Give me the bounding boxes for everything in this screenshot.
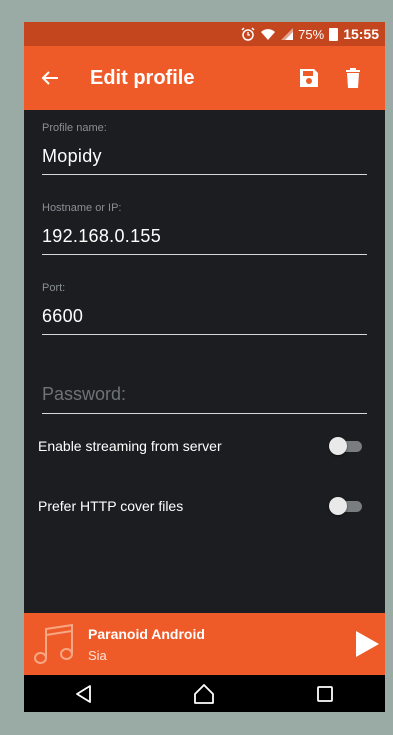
http-covers-toggle-label: Prefer HTTP cover files (38, 498, 184, 514)
password-field[interactable]: Password: (42, 384, 367, 414)
track-title: Paranoid Android (88, 626, 205, 642)
status-bar: 75% 15:55 (24, 22, 385, 46)
wifi-icon (261, 28, 276, 40)
profile-name-input[interactable]: Mopidy (42, 146, 367, 167)
password-input[interactable]: Password: (42, 384, 367, 405)
delete-icon[interactable] (341, 66, 365, 90)
navigation-bar (24, 675, 385, 712)
track-artist: Sia (88, 648, 107, 663)
streaming-toggle-label: Enable streaming from server (38, 438, 222, 454)
page-title: Edit profile (90, 66, 195, 89)
input-underline (42, 334, 367, 335)
signal-icon (281, 28, 294, 40)
back-icon[interactable] (72, 682, 96, 706)
now-playing-bar[interactable]: Paranoid Android Sia (24, 613, 385, 675)
http-covers-toggle-switch[interactable] (329, 496, 363, 516)
port-label: Port: (42, 282, 66, 294)
hostname-input[interactable]: 192.168.0.155 (42, 226, 367, 247)
recents-icon[interactable] (313, 682, 337, 706)
input-underline (42, 174, 367, 175)
play-icon[interactable] (352, 629, 382, 659)
profile-name-field[interactable]: Profile name: Mopidy (42, 122, 367, 175)
home-icon[interactable] (192, 682, 216, 706)
port-input[interactable]: 6600 (42, 306, 367, 327)
profile-name-label: Profile name: (42, 122, 107, 134)
alarm-icon (241, 27, 255, 41)
hostname-label: Hostname or IP: (42, 202, 122, 214)
clock-time: 15:55 (343, 26, 379, 42)
back-arrow-icon[interactable] (38, 66, 62, 90)
http-covers-toggle-row[interactable]: Prefer HTTP cover files (38, 492, 363, 520)
hostname-field[interactable]: Hostname or IP: 192.168.0.155 (42, 202, 367, 255)
battery-percent: 75% (298, 26, 325, 42)
battery-icon (329, 27, 339, 41)
input-underline (42, 413, 367, 414)
input-underline (42, 254, 367, 255)
app-bar: Edit profile (24, 46, 385, 110)
streaming-toggle-row[interactable]: Enable streaming from server (38, 432, 363, 460)
save-icon[interactable] (297, 66, 321, 90)
port-field[interactable]: Port: 6600 (42, 282, 367, 335)
music-note-icon (34, 623, 73, 664)
phone-screen: 75% 15:55 Edit profile Profile name: Mop… (24, 22, 385, 712)
streaming-toggle-switch[interactable] (329, 436, 363, 456)
